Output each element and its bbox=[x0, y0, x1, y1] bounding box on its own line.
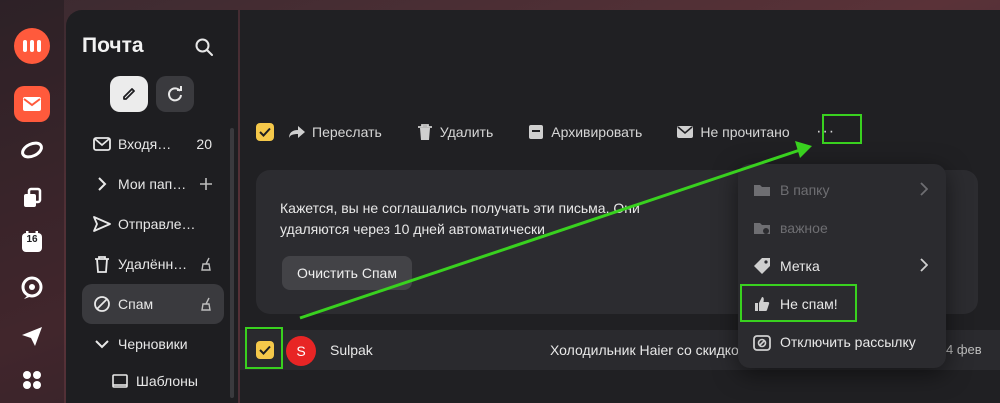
unread-count: 20 bbox=[196, 136, 212, 152]
folder-icon bbox=[752, 180, 772, 200]
sidebar-item-inbox[interactable]: Входя… 20 bbox=[82, 124, 224, 164]
highlight-row-checkbox bbox=[245, 327, 283, 369]
calendar-icon[interactable]: 16 bbox=[14, 224, 50, 260]
yandex-logo-icon[interactable] bbox=[14, 28, 50, 64]
telemost-icon[interactable] bbox=[14, 270, 50, 306]
mail-sidebar: Почта Входя… 20 Мои пап… Отправле… Удалё… bbox=[66, 10, 238, 403]
unread-label: Не прочитано bbox=[700, 124, 790, 140]
menu-item-important[interactable]: важное bbox=[738, 210, 946, 246]
chevron-right-icon bbox=[92, 174, 112, 194]
sidebar-item-label: Отправле… bbox=[118, 216, 196, 232]
mail-sender: Sulpak bbox=[330, 342, 373, 358]
search-icon[interactable] bbox=[194, 37, 214, 57]
menu-item-label: важное bbox=[780, 220, 828, 236]
template-icon bbox=[110, 371, 130, 391]
pencil-icon bbox=[123, 88, 135, 100]
forward-arrow-icon bbox=[288, 123, 306, 141]
sidebar-item-label: Черновики bbox=[118, 336, 188, 352]
app-rail: 16 bbox=[0, 0, 64, 403]
sidebar-item-templates[interactable]: Шаблоны bbox=[82, 364, 224, 398]
menu-item-unsubscribe[interactable]: Отключить рассылку bbox=[738, 324, 946, 360]
unsubscribe-icon bbox=[752, 332, 772, 352]
sidebar-item-label: Шаблоны bbox=[136, 373, 198, 389]
select-all-checkbox[interactable] bbox=[256, 123, 274, 141]
mail-title: Почта bbox=[82, 34, 144, 57]
avatar: S bbox=[286, 336, 316, 366]
paper-plane-icon bbox=[92, 214, 112, 234]
menu-item-label-tag[interactable]: Метка bbox=[738, 248, 946, 284]
sidebar-item-drafts[interactable]: Черновики bbox=[82, 324, 224, 364]
broom-icon[interactable] bbox=[200, 297, 212, 311]
chevron-right-icon bbox=[920, 182, 928, 196]
forward-label: Переслать bbox=[312, 124, 382, 140]
refresh-button[interactable] bbox=[156, 76, 194, 112]
refresh-icon bbox=[168, 86, 182, 102]
block-icon bbox=[92, 294, 112, 314]
messenger-icon[interactable] bbox=[14, 132, 50, 168]
sidebar-item-my-folders[interactable]: Мои пап… bbox=[82, 164, 224, 204]
forward-button[interactable]: Переслать bbox=[288, 123, 382, 141]
delete-label: Удалить bbox=[439, 124, 494, 140]
envelope-icon bbox=[92, 134, 112, 154]
envelope-icon bbox=[676, 123, 694, 141]
broom-icon[interactable] bbox=[200, 257, 212, 271]
more-actions-menu: В папку важное Метка Не спам! Отключить … bbox=[738, 164, 946, 368]
trash-icon bbox=[92, 254, 112, 274]
tag-icon bbox=[752, 256, 772, 276]
chevron-down-icon bbox=[92, 334, 112, 354]
apps-grid-icon[interactable] bbox=[14, 362, 50, 398]
folder-list: Входя… 20 Мои пап… Отправле… Удалённ… Сп… bbox=[82, 124, 224, 398]
sidebar-item-sent[interactable]: Отправле… bbox=[82, 204, 224, 244]
compose-button[interactable] bbox=[110, 76, 148, 112]
mail-date: 4 фев bbox=[946, 342, 982, 357]
menu-item-move-to-folder[interactable]: В папку bbox=[738, 172, 946, 208]
archive-icon bbox=[527, 123, 545, 141]
sidebar-scrollbar[interactable] bbox=[230, 128, 234, 398]
trash-icon bbox=[416, 123, 434, 141]
calendar-day: 16 bbox=[26, 234, 38, 245]
folder-heart-icon bbox=[752, 218, 772, 238]
send-icon[interactable] bbox=[14, 318, 50, 354]
mail-subject: Холодильник Haier со скидкой bbox=[550, 342, 740, 358]
disk-icon[interactable] bbox=[14, 180, 50, 216]
highlight-more-button bbox=[822, 114, 862, 144]
menu-item-label: Метка bbox=[780, 258, 820, 274]
highlight-not-spam bbox=[740, 284, 857, 322]
delete-button[interactable]: Удалить bbox=[416, 123, 493, 141]
mark-unread-button[interactable]: Не прочитано bbox=[676, 123, 790, 141]
menu-item-label: В папку bbox=[780, 182, 830, 198]
archive-label: Архивировать bbox=[551, 124, 643, 140]
sidebar-item-spam[interactable]: Спам bbox=[82, 284, 224, 324]
chevron-right-icon bbox=[920, 258, 928, 272]
sidebar-item-deleted[interactable]: Удалённ… bbox=[82, 244, 224, 284]
add-folder-icon[interactable] bbox=[200, 178, 212, 190]
message-toolbar: Переслать Удалить Архивировать Не прочит… bbox=[256, 118, 844, 146]
spam-notice-text: Кажется, вы не соглашались получать эти … bbox=[280, 200, 640, 237]
archive-button[interactable]: Архивировать bbox=[527, 123, 642, 141]
mail-app-icon[interactable] bbox=[14, 86, 50, 122]
clear-spam-button[interactable]: Очистить Спам bbox=[282, 256, 412, 290]
menu-item-label: Отключить рассылку bbox=[780, 334, 916, 350]
